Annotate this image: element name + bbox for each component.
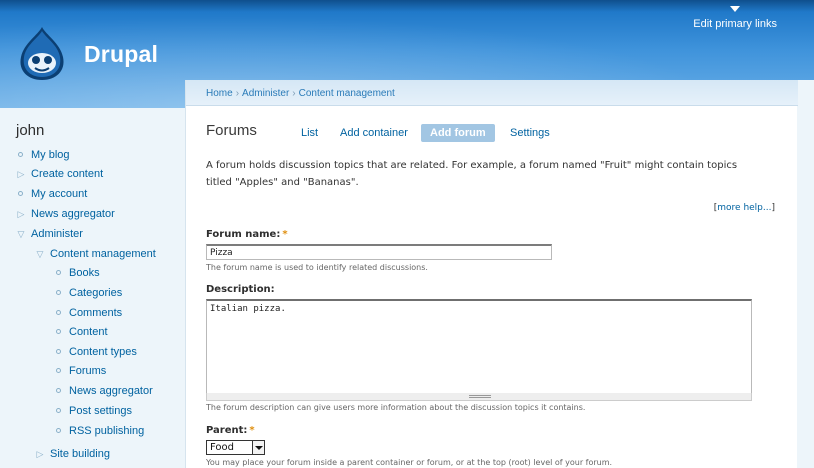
content-panel: Home › Administer › Content management Forum…	[185, 80, 798, 468]
sidebar-item-label: Administer	[31, 228, 83, 240]
sidebar-item-label: Content	[69, 326, 108, 338]
parent-select-value: Food	[210, 442, 234, 453]
breadcrumb-home-link[interactable]: Home	[206, 88, 233, 99]
primary-links-caret-icon	[730, 6, 740, 12]
collapse-arrow-icon: ▽	[17, 229, 25, 239]
drupal-drop-logo-icon[interactable]	[16, 25, 68, 81]
site-name[interactable]: Drupal	[84, 41, 158, 68]
bullet-circle-icon	[56, 270, 61, 275]
sidebar-item-label: Content management	[50, 248, 156, 260]
sidebar-item-news-aggregator[interactable]: ▷ News aggregator	[17, 206, 115, 222]
sidebar-item-books[interactable]: Books	[55, 265, 100, 281]
collapse-arrow-icon: ▽	[36, 249, 44, 259]
edit-primary-links-link[interactable]: Edit primary links	[693, 18, 777, 30]
expand-arrow-icon: ▷	[17, 169, 25, 179]
sidebar-item-label: Site building	[50, 448, 110, 460]
forum-name-label-text: Forum name:	[206, 229, 281, 240]
sidebar-item-label: Content types	[69, 346, 137, 358]
sidebar-item-label: News aggregator	[69, 385, 153, 397]
tab-add-forum[interactable]: Add forum	[421, 124, 495, 142]
parent-select[interactable]: Food	[206, 440, 265, 455]
parent-hint: You may place your forum inside a parent…	[206, 458, 613, 467]
grip-lines-icon	[469, 395, 491, 398]
sidebar-item-news-aggregator-admin[interactable]: News aggregator	[55, 383, 153, 399]
bullet-circle-icon	[56, 310, 61, 315]
breadcrumb-administer-link[interactable]: Administer	[242, 88, 289, 99]
sidebar-item-label: My account	[31, 188, 88, 200]
sidebar-item-comments[interactable]: Comments	[55, 305, 122, 321]
sidebar-item-post-settings[interactable]: Post settings	[55, 403, 132, 419]
description-hint: The forum description can give users mor…	[206, 403, 586, 412]
sidebar-item-content-types[interactable]: Content types	[55, 344, 137, 360]
parent-label-text: Parent:	[206, 425, 248, 436]
more-help: [more help...]	[713, 203, 775, 213]
sidebar-item-site-building[interactable]: ▷ Site building	[36, 446, 110, 462]
chevron-down-icon[interactable]	[252, 441, 264, 454]
bullet-circle-icon	[56, 329, 61, 334]
bullet-circle-icon	[56, 349, 61, 354]
bullet-circle-icon	[56, 388, 61, 393]
sidebar-item-label: Books	[69, 267, 100, 279]
sidebar-item-label: Comments	[69, 307, 123, 319]
forum-name-hint: The forum name is used to identify relat…	[206, 263, 428, 272]
breadcrumb: Home › Administer › Content management	[206, 88, 395, 99]
page-title: Forums	[206, 122, 257, 139]
bullet-circle-icon	[56, 368, 61, 373]
breadcrumb-bar: Home › Administer › Content management	[186, 80, 798, 106]
sidebar-item-content[interactable]: Content	[55, 324, 108, 340]
bullet-circle-icon	[18, 191, 23, 196]
description-label: Description:	[206, 284, 275, 295]
bullet-circle-icon	[56, 408, 61, 413]
sidebar-item-label: Categories	[69, 287, 123, 299]
forum-intro-text: A forum holds discussion topics that are…	[206, 160, 738, 188]
bullet-circle-icon	[56, 428, 61, 433]
textarea-resize-grip[interactable]	[206, 393, 752, 401]
sidebar-item-content-management[interactable]: ▽ Content management	[36, 246, 156, 262]
tab-settings[interactable]: Settings	[501, 124, 559, 142]
sidebar-item-label: Create content	[31, 168, 104, 180]
breadcrumb-separator: ›	[292, 88, 296, 99]
sidebar-item-label: RSS publishing	[69, 425, 145, 437]
tab-list[interactable]: List	[292, 124, 327, 142]
sidebar-item-forums[interactable]: Forums	[55, 363, 106, 379]
sidebar-item-label: Post settings	[69, 405, 132, 417]
sidebar-user-name: john	[16, 122, 45, 139]
required-marker: *	[282, 229, 288, 240]
sidebar-item-create-content[interactable]: ▷ Create content	[17, 166, 104, 182]
expand-arrow-icon: ▷	[36, 449, 44, 459]
sidebar-item-label: Forums	[69, 365, 107, 377]
sidebar-item-label: My blog	[31, 149, 70, 161]
sidebar-item-label: News aggregator	[31, 208, 115, 220]
sidebar-item-administer[interactable]: ▽ Administer	[17, 226, 83, 242]
parent-label: Parent: *	[206, 425, 255, 436]
forum-name-label: Forum name: *	[206, 229, 288, 240]
forum-name-input[interactable]	[206, 244, 552, 260]
sidebar-item-categories[interactable]: Categories	[55, 285, 122, 301]
right-margin	[797, 80, 814, 468]
more-help-link[interactable]: more help...	[717, 203, 771, 213]
breadcrumb-content-management-link[interactable]: Content management	[299, 88, 395, 99]
bullet-circle-icon	[56, 290, 61, 295]
expand-arrow-icon: ▷	[17, 209, 25, 219]
bullet-circle-icon	[18, 152, 23, 157]
breadcrumb-separator: ›	[235, 88, 240, 99]
sidebar: john My blog ▷ Create content My account …	[0, 108, 185, 468]
sidebar-item-my-blog[interactable]: My blog	[17, 147, 70, 163]
tab-add-container[interactable]: Add container	[331, 124, 417, 142]
required-marker: *	[249, 425, 255, 436]
description-textarea[interactable]: Italian pizza.	[206, 299, 752, 394]
sidebar-item-my-account[interactable]: My account	[17, 186, 87, 202]
sidebar-item-rss-publishing[interactable]: RSS publishing	[55, 423, 144, 439]
